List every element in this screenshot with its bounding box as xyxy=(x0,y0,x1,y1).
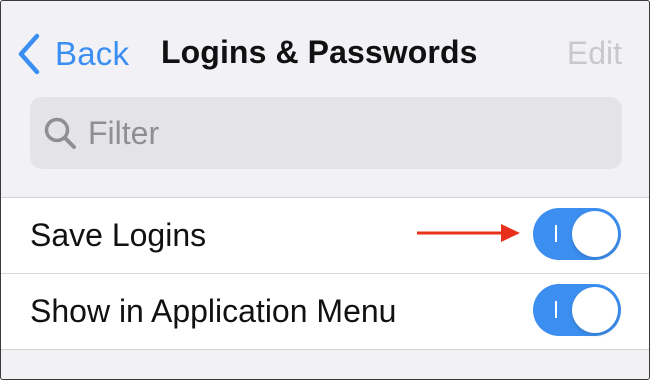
toggle-knob xyxy=(572,287,618,333)
filter-input[interactable] xyxy=(86,113,590,153)
settings-row-show-in-application-menu: Show in Application Menu xyxy=(1,273,649,349)
chevron-left-icon xyxy=(17,32,41,76)
edit-button[interactable]: Edit xyxy=(567,35,622,72)
back-label: Back xyxy=(55,35,130,72)
navigation-bar: Back Logins & Passwords Edit xyxy=(1,1,649,101)
annotation-arrow-icon xyxy=(417,224,520,242)
search-field[interactable] xyxy=(30,97,622,169)
save-logins-label: Save Logins xyxy=(30,217,207,253)
page-title: Logins & Passwords xyxy=(161,34,478,70)
show-in-application-menu-label: Show in Application Menu xyxy=(30,293,397,329)
show-in-application-menu-toggle[interactable] xyxy=(533,284,621,336)
toggle-on-indicator xyxy=(555,301,557,318)
settings-group: Save Logins Show in Application Menu xyxy=(1,197,649,350)
magnifying-glass-icon xyxy=(42,115,78,151)
back-button[interactable]: Back xyxy=(17,31,129,77)
screen: Back Logins & Passwords Edit Save Logins… xyxy=(0,0,650,380)
toggle-on-indicator xyxy=(555,225,557,242)
toggle-knob xyxy=(572,211,618,257)
settings-row-save-logins: Save Logins xyxy=(1,198,649,273)
save-logins-toggle[interactable] xyxy=(533,208,621,260)
